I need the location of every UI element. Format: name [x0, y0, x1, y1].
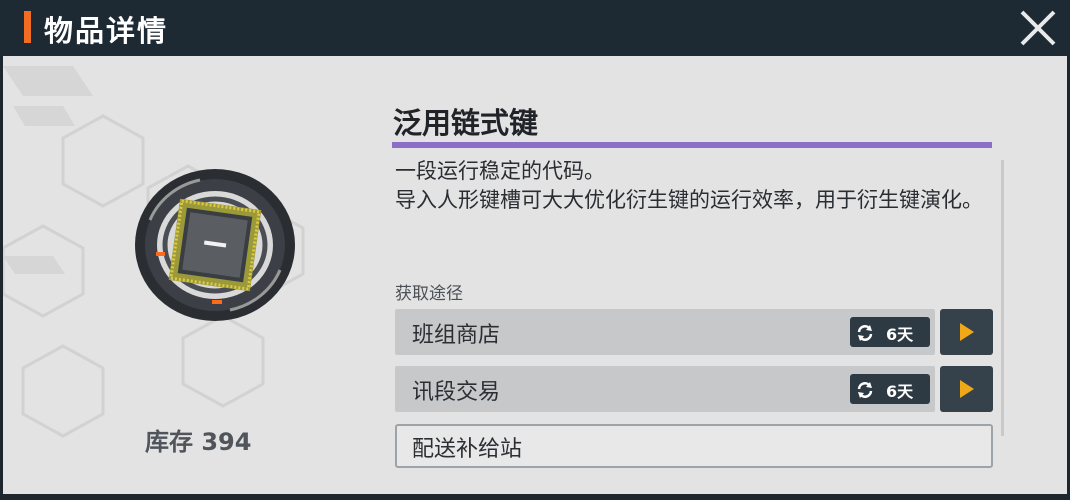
play-arrow-icon — [960, 380, 974, 398]
title-accent-bar — [24, 11, 31, 43]
go-to-team-shop-button[interactable] — [940, 309, 993, 355]
window-header: 物品详情 — [0, 0, 1070, 56]
item-name: 泛用链式键 — [393, 106, 539, 140]
refresh-timer-badge: 6天 — [850, 317, 930, 347]
acquisition-section-label: 获取途径 — [395, 284, 463, 304]
go-to-segment-trade-button[interactable] — [940, 366, 993, 412]
source-row-team-shop[interactable]: 班组商店 6天 — [395, 309, 935, 355]
item-description: 一段运行稳定的代码。 导入人形键槽可大大优化衍生键的运行效率，用于衍生键演化。 — [395, 159, 983, 212]
source-label: 班组商店 — [412, 323, 501, 348]
chain-key-item-icon — [135, 169, 295, 321]
refresh-icon — [857, 382, 873, 398]
refresh-timer-badge: 6天 — [850, 374, 930, 404]
refresh-icon — [857, 325, 873, 341]
rarity-bar — [392, 142, 992, 148]
source-row-segment-trade[interactable]: 讯段交易 6天 — [395, 366, 935, 412]
refresh-timer-text: 6天 — [886, 325, 914, 344]
source-row-supply-station[interactable]: 配送补给站 — [395, 424, 993, 468]
close-button[interactable] — [1016, 6, 1060, 50]
close-icon — [1020, 10, 1056, 46]
source-label: 讯段交易 — [412, 380, 501, 405]
description-scrollbar[interactable] — [1001, 160, 1004, 436]
refresh-timer-text: 6天 — [886, 382, 914, 401]
item-detail-panel: 库存 394 泛用链式键 一段运行稳定的代码。 导入人形键槽可大大优化衍生键的运… — [3, 56, 1067, 494]
stock-count: 库存 394 — [145, 428, 252, 456]
source-label: 配送补给站 — [412, 437, 523, 462]
play-arrow-icon — [960, 323, 974, 341]
window-title: 物品详情 — [44, 14, 169, 48]
